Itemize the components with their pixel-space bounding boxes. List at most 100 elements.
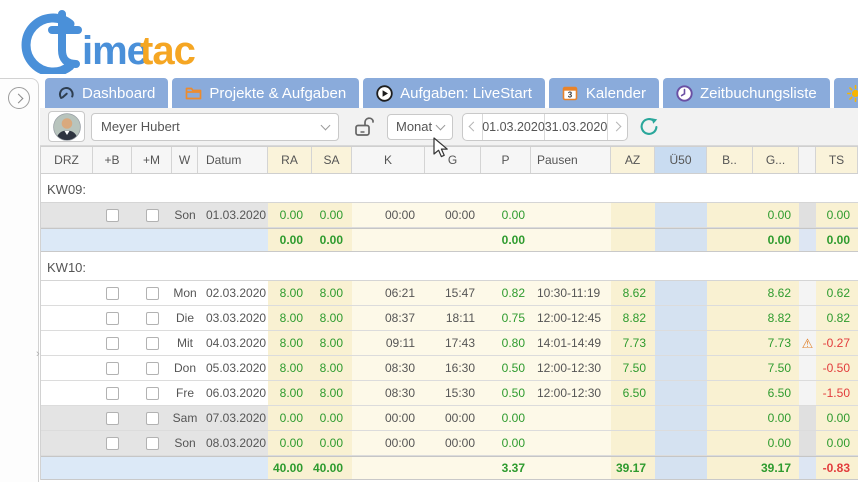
col-header-b[interactable]: +B	[93, 147, 132, 173]
checkbox[interactable]	[146, 287, 159, 300]
totals-b	[707, 229, 753, 251]
checkbox[interactable]	[106, 362, 119, 375]
cell-k: 00:00	[352, 431, 425, 455]
cell-w: Sam	[172, 406, 198, 430]
col-header-pausen[interactable]: Pausen	[531, 147, 611, 173]
tab-kalender[interactable]: 3Kalender	[549, 78, 659, 108]
cell-plus-b	[93, 431, 132, 455]
checkbox[interactable]	[106, 412, 119, 425]
user-select-value: Meyer Hubert	[101, 119, 180, 134]
day-row[interactable]: Don05.03.20208.008.0008:3016:300.5012:00…	[41, 356, 858, 381]
cell-az	[611, 431, 655, 455]
col-header-ts[interactable]: TS	[816, 147, 858, 173]
cell-ts: 0.82	[816, 306, 858, 330]
cell-g: 15:30	[425, 381, 481, 405]
checkbox[interactable]	[146, 312, 159, 325]
cell-u50	[655, 331, 707, 355]
col-header-g[interactable]: G	[425, 147, 481, 173]
checkbox[interactable]	[146, 437, 159, 450]
checkbox[interactable]	[146, 209, 159, 222]
day-row[interactable]: Son08.03.20200.000.0000:0000:000.000.000…	[41, 431, 858, 456]
totals-g	[425, 457, 481, 479]
user-select[interactable]: Meyer Hubert	[91, 113, 339, 141]
day-row[interactable]: Mit04.03.20208.008.0009:1117:430.8014:01…	[41, 331, 858, 356]
checkbox[interactable]	[146, 387, 159, 400]
cell-drz	[41, 203, 93, 227]
lock-toggle[interactable]	[353, 115, 375, 139]
totals-sa: 40.00	[312, 457, 352, 479]
col-header-flag[interactable]	[799, 147, 816, 173]
col-header-az[interactable]: AZ	[611, 147, 655, 173]
checkbox[interactable]	[146, 362, 159, 375]
cell-ts: -1.50	[816, 381, 858, 405]
date-to-input[interactable]: 31.03.2020	[545, 114, 608, 140]
cell-plus-m	[132, 306, 172, 330]
top-logo-band: ime tac	[0, 0, 858, 78]
tab-bar: Dashboard Projekte & Aufgaben Aufgaben: Li…	[40, 78, 858, 108]
checkbox[interactable]	[146, 412, 159, 425]
cell-g: 00:00	[425, 406, 481, 430]
cell-g2: 8.82	[753, 306, 799, 330]
next-period-button[interactable]	[608, 114, 627, 140]
cell-flag	[799, 306, 816, 330]
checkbox[interactable]	[146, 337, 159, 350]
col-header-g[interactable]: G...	[753, 147, 799, 173]
tab-aufgaben-livestart[interactable]: Aufgaben: LiveStart	[363, 78, 545, 108]
totals-w	[172, 457, 198, 479]
tab-projekte-aufgaben[interactable]: Projekte & Aufgaben	[172, 78, 359, 108]
col-header-p[interactable]: P	[481, 147, 531, 173]
week-label: KW09:	[41, 182, 86, 197]
col-header-datum[interactable]: Datum	[198, 147, 268, 173]
cell-u50	[655, 406, 707, 430]
checkbox[interactable]	[106, 437, 119, 450]
col-header-ra[interactable]: RA	[268, 147, 312, 173]
totals-p: 0.00	[481, 229, 531, 251]
tab-label: Dashboard	[82, 85, 155, 102]
day-row[interactable]: Mon02.03.20208.008.0006:2115:470.8210:30…	[41, 281, 858, 306]
totals-k	[352, 457, 425, 479]
day-row[interactable]: Son01.03.20200.000.0000:0000:000.000.000…	[41, 203, 858, 228]
tab-dashboard[interactable]: Dashboard	[45, 78, 168, 108]
refresh-button[interactable]	[636, 114, 662, 140]
cell-drz	[41, 356, 93, 380]
col-header-ü50[interactable]: Ü50	[655, 147, 707, 173]
checkbox[interactable]	[106, 387, 119, 400]
cell-flag: ⚠	[799, 331, 816, 355]
date-from-input[interactable]: 01.03.2020	[482, 114, 545, 140]
cell-w: Die	[172, 306, 198, 330]
warning-icon: ⚠	[802, 337, 814, 350]
cell-ts: 0.00	[816, 203, 858, 227]
cell-w: Fre	[172, 381, 198, 405]
day-row[interactable]: Die03.03.20208.008.0008:3718:110.7512:00…	[41, 306, 858, 331]
logo-text-orange: tac	[140, 29, 196, 73]
cell-flag	[799, 431, 816, 455]
cell-b	[707, 306, 753, 330]
cell-k: 00:00	[352, 406, 425, 430]
cell-datum: 01.03.2020	[198, 203, 268, 227]
col-header-w[interactable]: W	[172, 147, 198, 173]
period-select[interactable]: Monat	[387, 114, 453, 140]
checkbox[interactable]	[106, 209, 119, 222]
col-header-b[interactable]: B..	[707, 147, 753, 173]
cell-drz	[41, 431, 93, 455]
col-header-m[interactable]: +M	[132, 147, 172, 173]
checkbox[interactable]	[106, 312, 119, 325]
prev-period-button[interactable]	[463, 114, 482, 140]
col-header-drz[interactable]: DRZ	[41, 147, 93, 173]
calendar-icon: 3	[562, 85, 579, 102]
cell-g: 15:47	[425, 281, 481, 305]
week-totals-row: 40.0040.003.3739.1739.17-0.83	[41, 456, 858, 480]
day-row[interactable]: Fre06.03.20208.008.0008:3015:300.5012:00…	[41, 381, 858, 406]
checkbox[interactable]	[106, 337, 119, 350]
user-avatar-button[interactable]	[48, 111, 85, 142]
tab-label: Aufgaben: LiveStart	[400, 85, 532, 102]
col-header-sa[interactable]: SA	[312, 147, 352, 173]
tab-zeitbuchungsliste[interactable]: Zeitbuchungsliste	[663, 78, 830, 108]
week-section-row: KW10:	[41, 255, 858, 281]
day-row[interactable]: Sam07.03.20200.000.0000:0000:000.000.000…	[41, 406, 858, 431]
tab-urlaubsplaner[interactable]: Urlaubsplaner	[834, 78, 858, 108]
col-header-k[interactable]: K	[352, 147, 425, 173]
checkbox[interactable]	[106, 287, 119, 300]
cell-w: Mon	[172, 281, 198, 305]
expand-panel-button[interactable]	[8, 87, 30, 109]
